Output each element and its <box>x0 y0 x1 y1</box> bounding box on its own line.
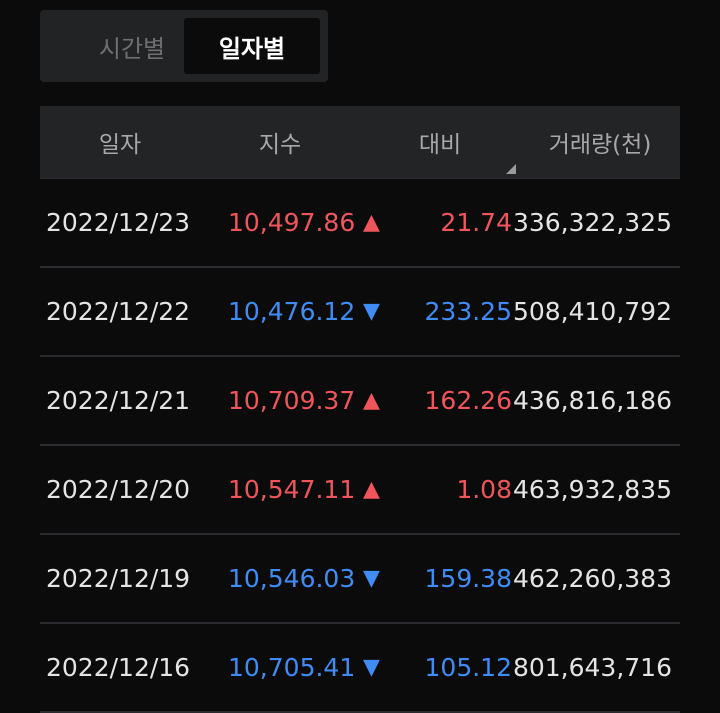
table-row[interactable]: 2022/12/22 10,476.12 ▼ 233.25 508,410,79… <box>40 268 680 357</box>
direction-arrow-icon: ▼ <box>363 655 380 680</box>
table-row[interactable]: 2022/12/19 10,546.03 ▼ 159.38 462,260,38… <box>40 535 680 624</box>
row-index-value: 10,709.37 <box>228 386 356 415</box>
table-row[interactable]: 2022/12/20 10,547.11 ▲ 1.08 463,932,835 <box>40 446 680 535</box>
row-change-value: 21.74 <box>440 208 512 237</box>
sort-indicator-icon <box>506 164 516 174</box>
column-header-index[interactable]: 지수 <box>200 106 360 178</box>
index-history-table: 일자 지수 대비 거래량(천) 2022/12/23 10,497.86 ▲ 2… <box>40 106 680 713</box>
row-volume-value: 336,322,325 <box>512 208 672 237</box>
row-change-value: 105.12 <box>424 653 512 682</box>
direction-arrow-icon: ▼ <box>363 299 380 324</box>
row-volume-value: 463,932,835 <box>512 475 672 504</box>
row-date: 2022/12/21 <box>46 386 191 415</box>
tab-by-day[interactable]: 일자별 <box>184 18 320 74</box>
column-header-change[interactable]: 대비 <box>360 106 520 178</box>
row-date: 2022/12/16 <box>46 653 191 682</box>
tab-by-time[interactable]: 시간별 <box>64 18 200 74</box>
direction-arrow-icon: ▲ <box>363 477 380 502</box>
row-volume-value: 462,260,383 <box>512 564 672 593</box>
table-header: 일자 지수 대비 거래량(천) <box>40 106 680 179</box>
row-change-value: 159.38 <box>424 564 512 593</box>
column-header-date[interactable]: 일자 <box>40 106 200 178</box>
table-row[interactable]: 2022/12/16 10,705.41 ▼ 105.12 801,643,71… <box>40 624 680 713</box>
row-index-value: 10,705.41 <box>228 653 356 682</box>
row-volume-value: 436,816,186 <box>512 386 672 415</box>
row-index-value: 10,546.03 <box>228 564 356 593</box>
direction-arrow-icon: ▲ <box>363 388 380 413</box>
row-change-value: 233.25 <box>424 297 512 326</box>
table-row[interactable]: 2022/12/23 10,497.86 ▲ 21.74 336,322,325 <box>40 179 680 268</box>
direction-arrow-icon: ▼ <box>363 566 380 591</box>
row-date: 2022/12/19 <box>46 564 191 593</box>
row-index-value: 10,547.11 <box>228 475 356 504</box>
row-index-value: 10,476.12 <box>228 297 356 326</box>
direction-arrow-icon: ▲ <box>363 210 380 235</box>
table-row[interactable]: 2022/12/21 10,709.37 ▲ 162.26 436,816,18… <box>40 357 680 446</box>
row-date: 2022/12/20 <box>46 475 191 504</box>
column-header-volume[interactable]: 거래량(천) <box>520 106 680 178</box>
row-volume-value: 801,643,716 <box>512 653 672 682</box>
row-index-value: 10,497.86 <box>228 208 356 237</box>
row-change-value: 1.08 <box>456 475 512 504</box>
row-change-value: 162.26 <box>424 386 512 415</box>
row-date: 2022/12/23 <box>46 208 191 237</box>
view-toggle: 시간별 일자별 <box>40 10 328 82</box>
row-date: 2022/12/22 <box>46 297 191 326</box>
row-volume-value: 508,410,792 <box>512 297 672 326</box>
